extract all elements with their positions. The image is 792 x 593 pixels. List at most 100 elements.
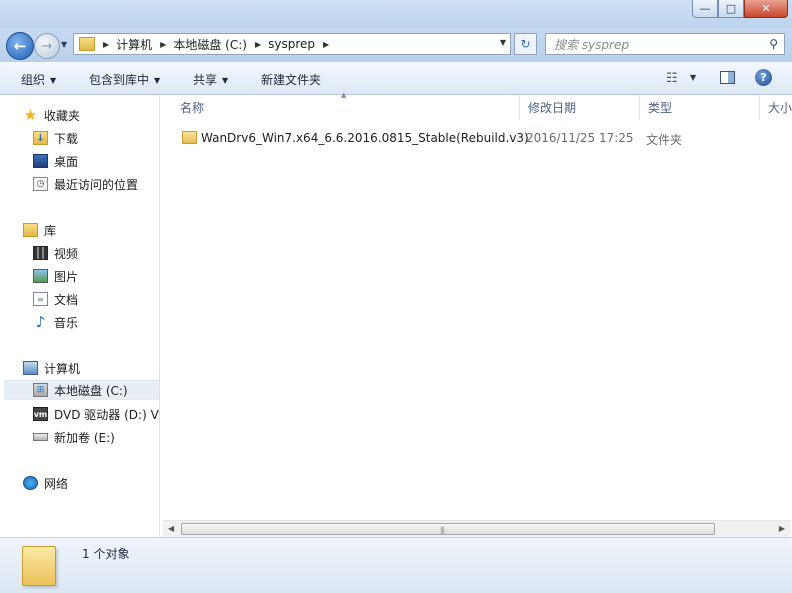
picture-icon [33,269,48,283]
column-header-label: 修改日期 [528,101,577,115]
breadcrumb-separator-icon[interactable]: ▶ [323,40,329,49]
file-name[interactable]: WanDrv6_Win7.x64_6.6.2016.0815_Stable(Re… [201,131,529,145]
breadcrumb-separator-icon[interactable]: ▶ [255,40,261,49]
column-header-modified[interactable]: 修改日期 [519,95,639,120]
refresh-button[interactable]: ↻ [514,33,537,55]
breadcrumb-separator-icon[interactable]: ▶ [160,40,166,49]
column-header-label: 类型 [648,101,673,115]
chevron-down-icon: ▼ [222,76,229,85]
nav-network-label: 网络 [44,476,69,491]
dvd-drive-icon: vm [33,407,48,421]
folder-icon [79,37,95,51]
scrollbar-grip-icon: ||| [440,526,445,534]
computer-icon [23,361,38,375]
column-header-label: 名称 [180,101,205,115]
document-icon: ≡ [33,292,48,306]
explorer-window: — □ ✕ ← → ▼ ▶ 计算机 ▶ 本地磁盘 (C:) ▶ sysprep … [0,0,792,593]
close-button[interactable]: ✕ [744,0,788,18]
nav-item-drive-e[interactable]: 新加卷 (E:) [33,427,159,447]
chevron-down-icon: ▼ [50,76,57,85]
organize-button[interactable]: 组织 ▼ [21,71,56,88]
nav-item-label: 最近访问的位置 [54,177,139,192]
help-icon[interactable]: ? [755,69,772,86]
table-row[interactable]: WanDrv6_Win7.x64_6.6.2016.0815_Stable(Re… [162,127,792,149]
search-input[interactable] [552,36,761,54]
nav-computer[interactable]: 计算机 [23,358,159,378]
organize-label: 组织 [21,73,46,87]
command-bar: 组织 ▼ 包含到库中 ▼ 共享 ▼ 新建文件夹 ☷ ▼ ? [0,62,792,95]
nav-item-documents[interactable]: ≡ 文档 [33,289,159,309]
desktop-icon [33,154,48,168]
back-button[interactable]: ← [6,32,34,60]
nav-computer-label: 计算机 [44,361,81,376]
network-icon [23,476,38,490]
nav-item-videos[interactable]: 视频 [33,243,159,263]
breadcrumb-local-disk-c[interactable]: 本地磁盘 (C:) [173,36,247,53]
forward-button[interactable]: → [34,33,60,59]
caption-buttons: — □ ✕ [692,0,788,20]
view-options-icon[interactable]: ☷ [666,71,678,86]
breadcrumb-separator-icon[interactable]: ▶ [103,40,109,49]
nav-item-label: 桌面 [54,154,79,169]
column-header-name[interactable]: 名称 [172,95,520,120]
share-button[interactable]: 共享 ▼ [193,71,228,88]
new-folder-button[interactable]: 新建文件夹 [261,71,321,88]
scroll-left-icon[interactable]: ◀ [168,524,174,533]
nav-favorites[interactable]: ★ 收藏夹 [23,105,159,125]
file-list: ▲ 名称 修改日期 类型 大小 WanDrv6_Win7.x64_6.6.201… [162,91,792,537]
folder-icon [22,546,56,586]
folder-icon [182,131,197,144]
column-header-size[interactable]: 大小 [759,95,792,120]
column-header-label: 大小 [768,101,792,115]
navigation-pane: ★ 收藏夹 ↓ 下载 桌面 ◷ 最近访问的位置 库 视频 图片 ≡ 文档 ♪ 音… [0,95,160,537]
nav-item-local-disk-c[interactable]: ⊞ 本地磁盘 (C:) [4,380,159,400]
minimize-button[interactable]: — [692,0,718,18]
chevron-down-icon: ▼ [154,76,161,85]
nav-item-label: 新加卷 (E:) [54,430,115,445]
nav-libraries[interactable]: 库 [23,220,159,240]
file-type: 文件夹 [646,133,683,147]
share-label: 共享 [193,73,218,87]
preview-pane-icon[interactable] [720,71,735,84]
horizontal-scrollbar[interactable]: ◀ ||| ▶ [163,520,791,537]
nav-item-label: 音乐 [54,315,79,330]
navigation-bar: ← → ▼ ▶ 计算机 ▶ 本地磁盘 (C:) ▶ sysprep ▶ ▼ ↻ … [0,28,792,62]
nav-favorites-label: 收藏夹 [44,108,81,123]
view-dropdown-icon[interactable]: ▼ [690,73,696,82]
download-folder-icon: ↓ [33,131,48,145]
drive-e-icon [33,433,48,441]
recent-pages-dropdown[interactable]: ▼ [61,40,67,49]
include-in-library-button[interactable]: 包含到库中 ▼ [89,71,160,88]
nav-item-dvd-drive[interactable]: vm DVD 驱动器 (D:) VM [33,404,160,424]
recent-places-icon: ◷ [33,177,48,191]
maximize-button[interactable]: □ [718,0,744,18]
nav-item-pictures[interactable]: 图片 [33,266,159,286]
breadcrumb-computer[interactable]: 计算机 [116,36,152,53]
nav-item-label: 文档 [54,292,79,307]
column-header-type[interactable]: 类型 [639,95,759,120]
nav-item-label: 本地磁盘 (C:) [54,383,128,398]
search-box[interactable]: ⚲ [545,33,785,55]
details-pane: 1 个对象 [0,537,792,593]
scrollbar-thumb[interactable]: ||| [181,523,715,535]
nav-item-label: 图片 [54,269,79,284]
address-bar[interactable]: ▶ 计算机 ▶ 本地磁盘 (C:) ▶ sysprep ▶ ▼ [73,33,511,55]
music-icon: ♪ [35,313,46,331]
drive-c-icon: ⊞ [33,383,48,397]
nav-item-recent-places[interactable]: ◷ 最近访问的位置 [33,174,159,194]
nav-item-music[interactable]: ♪ 音乐 [33,312,159,332]
search-icon[interactable]: ⚲ [769,37,778,51]
include-in-library-label: 包含到库中 [89,73,150,87]
nav-network[interactable]: 网络 [23,473,159,493]
library-icon [23,223,38,237]
breadcrumb-sysprep[interactable]: sysprep [268,37,315,51]
star-icon: ★ [23,106,38,124]
title-bar: — □ ✕ [0,0,792,28]
nav-item-downloads[interactable]: ↓ 下载 [33,128,159,148]
file-modified-date: 2016/11/25 17:25 [526,131,634,145]
address-dropdown-button[interactable]: ▼ [500,38,506,47]
scroll-right-icon[interactable]: ▶ [779,524,785,533]
item-count-status: 1 个对象 [82,547,130,561]
nav-item-desktop[interactable]: 桌面 [33,151,159,171]
nav-item-label: DVD 驱动器 (D:) VM [54,407,160,422]
